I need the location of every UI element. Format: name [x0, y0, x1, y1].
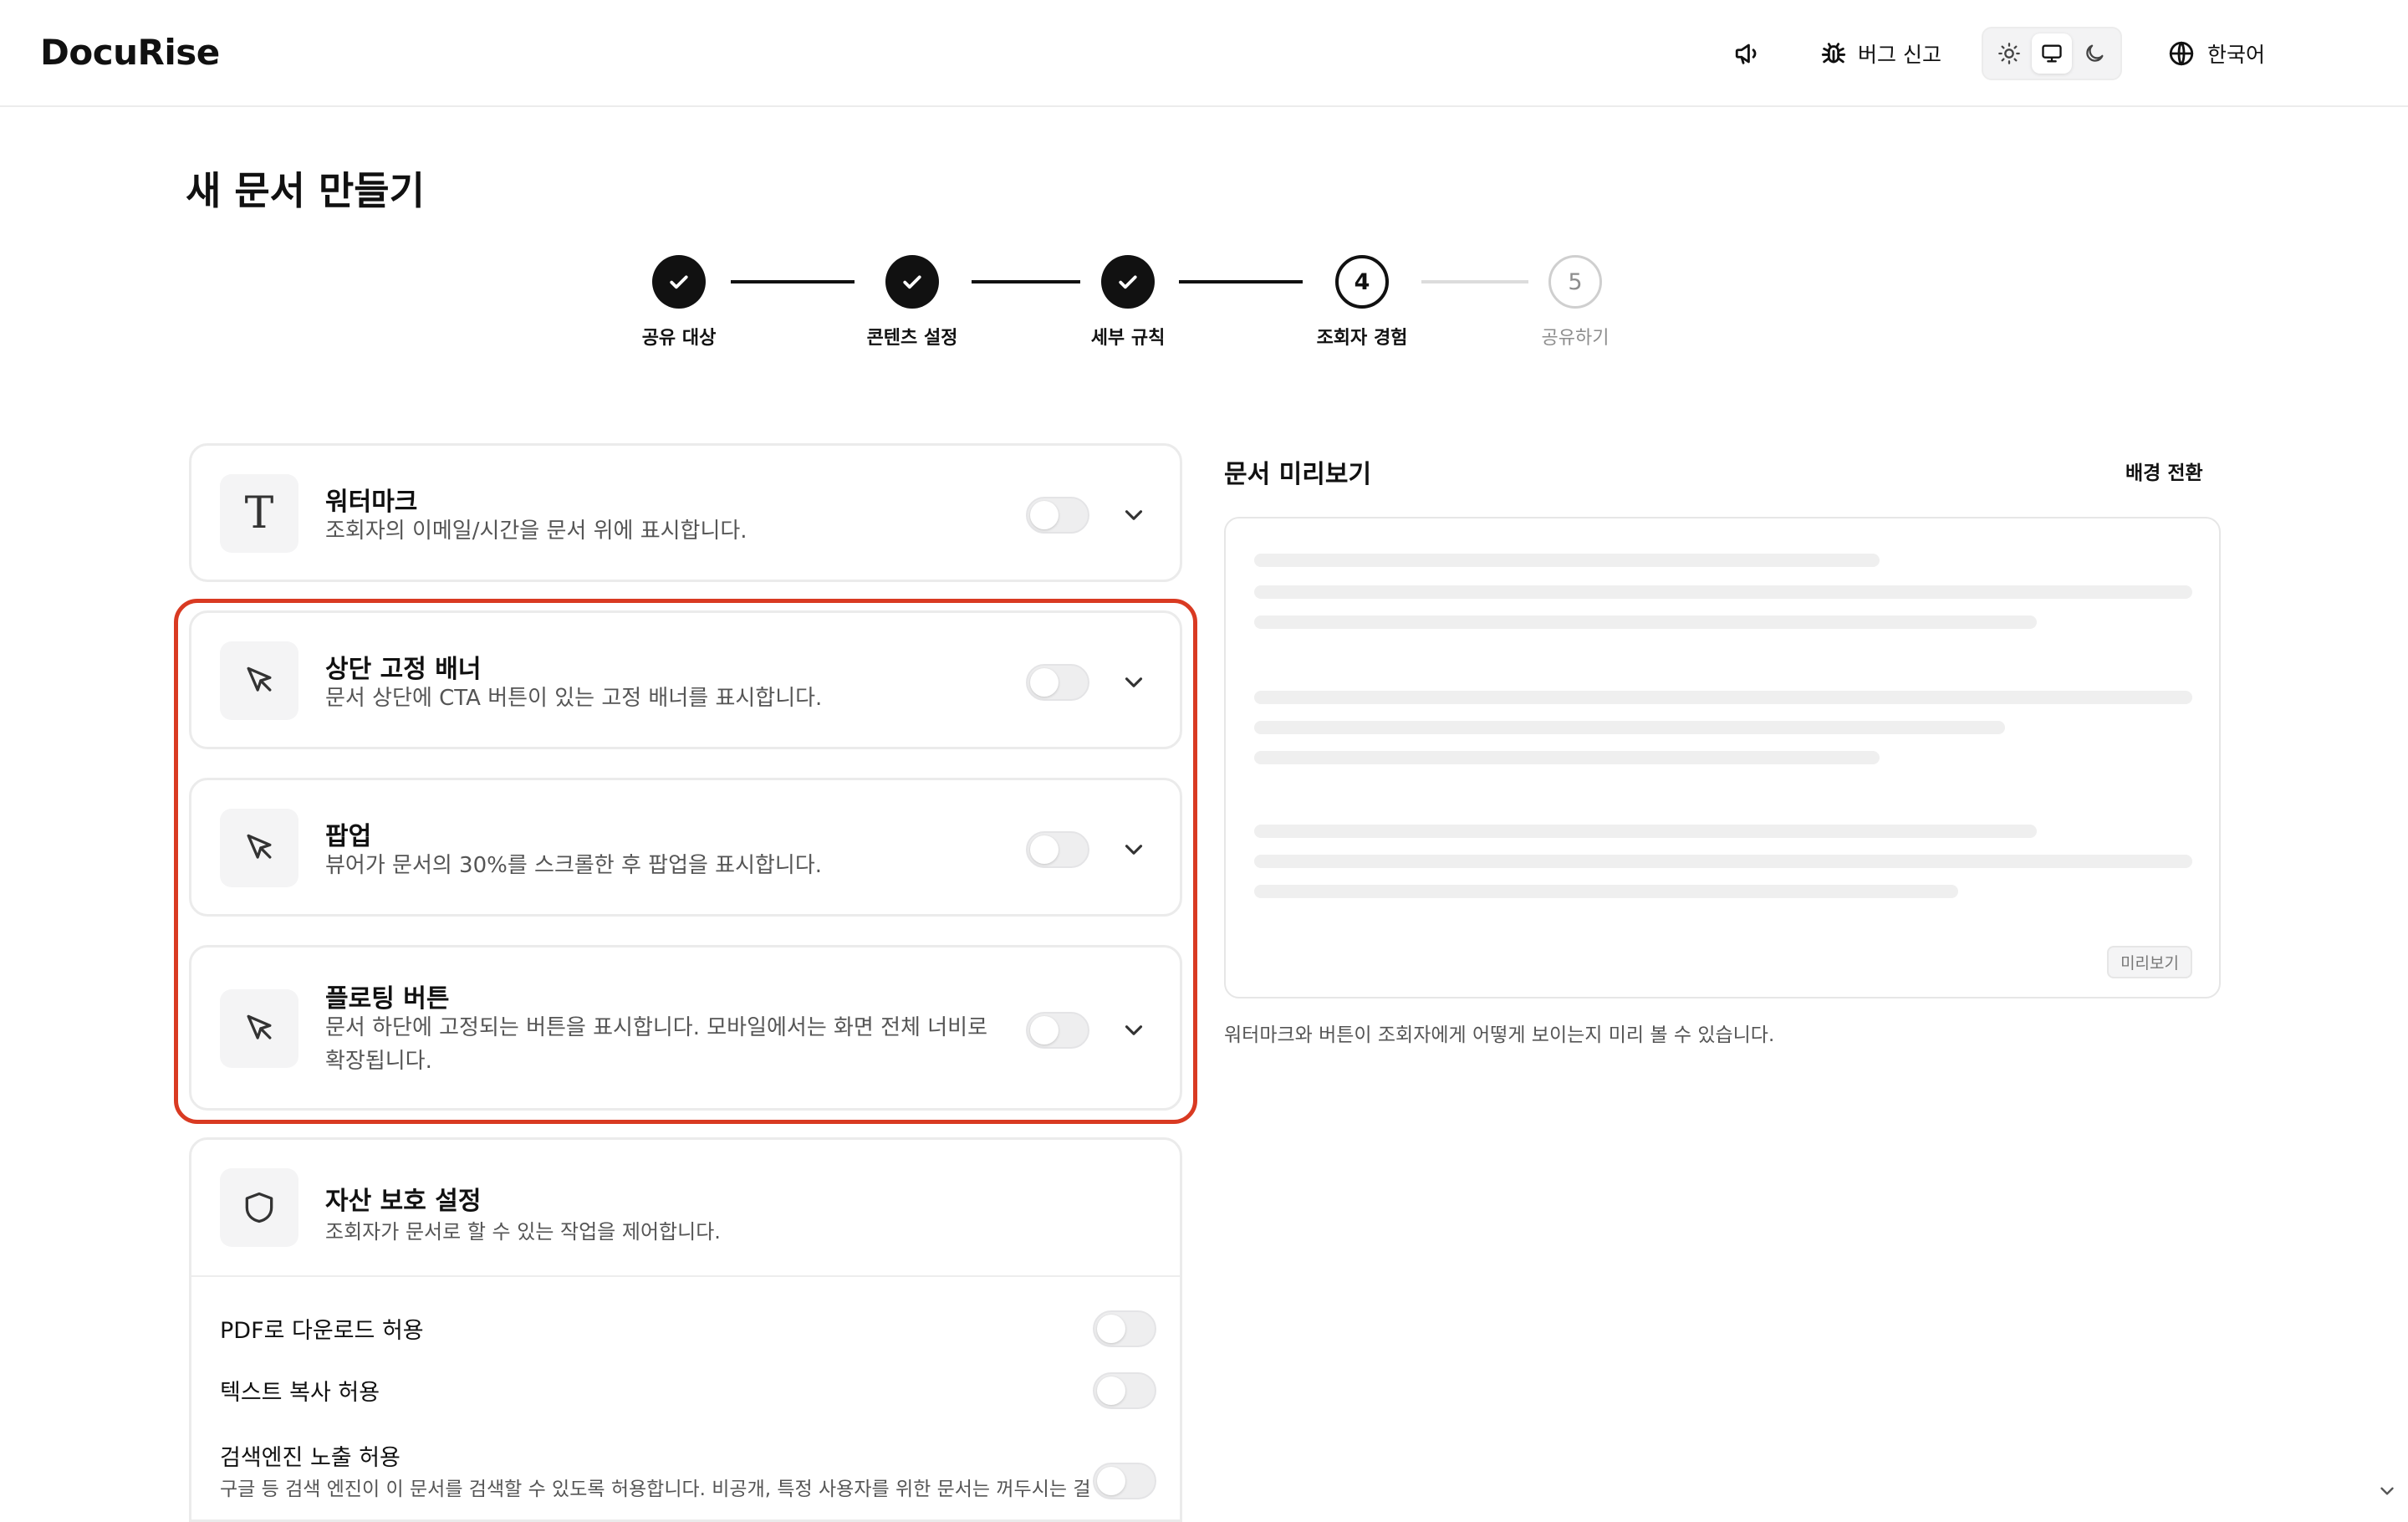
check-icon	[1119, 275, 1137, 289]
megaphone-icon[interactable]	[1731, 37, 1764, 70]
step-4-circle[interactable]: 4	[1335, 255, 1389, 309]
language-selector[interactable]: 한국어	[2167, 33, 2265, 74]
step-5-circle[interactable]: 5	[1548, 255, 1602, 309]
skeleton-line	[1254, 615, 2037, 629]
theme-switcher	[1982, 27, 2122, 80]
step-connector	[972, 280, 1080, 283]
preview-caption: 워터마크와 버튼이 조회자에게 어떻게 보이는지 미리 볼 수 있습니다.	[1224, 1024, 1775, 1046]
card-description: 조회자가 문서로 할 수 있는 작업을 제어합니다.	[325, 1220, 721, 1244]
step-2-label: 콘텐츠 설정	[866, 328, 958, 349]
language-label: 한국어	[2207, 43, 2266, 67]
popup-toggle[interactable]	[1026, 831, 1089, 868]
floating-button-card[interactable]: 플로팅 버튼 문서 하단에 고정되는 버튼을 표시합니다. 모바일에서는 화면 …	[189, 945, 1182, 1111]
skeleton-line	[1254, 885, 1958, 898]
watermark-card[interactable]: T 워터마크 조회자의 이메일/시간을 문서 위에 표시합니다.	[189, 443, 1182, 582]
bug-report-button[interactable]: 버그 신고	[1819, 33, 1941, 74]
cursor-icon	[220, 989, 298, 1068]
text-icon: T	[220, 474, 298, 553]
card-title: 상단 고정 배너	[325, 655, 482, 684]
asset-protection-card: 자산 보호 설정 조회자가 문서로 할 수 있는 작업을 제어합니다. PDF로…	[189, 1137, 1182, 1522]
check-icon	[670, 275, 688, 289]
skeleton-line	[1254, 825, 2037, 838]
cursor-icon	[220, 809, 298, 887]
card-description: 뷰어가 문서의 30%를 스크롤한 후 팝업을 표시합니다.	[325, 853, 823, 878]
top-banner-card[interactable]: 상단 고정 배너 문서 상단에 CTA 버튼이 있는 고정 배너를 표시합니다.	[189, 610, 1182, 749]
shield-icon	[220, 1168, 298, 1247]
preview-title: 문서 미리보기	[1224, 460, 1372, 489]
skeleton-line	[1254, 721, 2005, 734]
app-logo[interactable]: DocuRise	[40, 32, 220, 73]
step-2-circle[interactable]	[885, 255, 939, 309]
card-title: 워터마크	[325, 488, 418, 517]
skeleton-line	[1254, 691, 2192, 704]
document-preview: 미리보기	[1224, 517, 2221, 998]
chevron-down-icon[interactable]	[1120, 501, 1148, 529]
step-4-label: 조회자 경험	[1316, 328, 1408, 349]
step-connector	[1179, 280, 1303, 283]
allow-pdf-download-label: PDF로 다운로드 허용	[220, 1318, 424, 1344]
chevron-down-icon[interactable]	[1120, 1016, 1148, 1044]
divider	[191, 1275, 1180, 1277]
top-banner-toggle[interactable]	[1026, 664, 1089, 701]
step-connector	[1421, 280, 1528, 283]
popup-card[interactable]: 팝업 뷰어가 문서의 30%를 스크롤한 후 팝업을 표시합니다.	[189, 778, 1182, 917]
skeleton-line	[1254, 855, 2192, 868]
step-5-label: 공유하기	[1541, 328, 1610, 349]
allow-search-engine-toggle[interactable]	[1093, 1463, 1156, 1499]
cursor-icon	[220, 641, 298, 720]
theme-dark-button[interactable]	[2074, 33, 2115, 74]
background-switch-button[interactable]: 배경 전환	[2125, 457, 2203, 485]
card-title: 플로팅 버튼	[325, 984, 450, 1014]
chevron-down-icon[interactable]	[2376, 1480, 2398, 1502]
allow-text-copy-toggle[interactable]	[1093, 1372, 1156, 1409]
bug-report-label: 버그 신고	[1858, 43, 1941, 67]
check-icon	[903, 275, 921, 289]
preview-badge: 미리보기	[2107, 946, 2192, 978]
skeleton-line	[1254, 585, 2192, 599]
allow-search-engine-description: 구글 등 검색 엔진이 이 문서를 검색할 수 있도록 허용합니다. 비공개, …	[220, 1479, 1115, 1500]
allow-text-copy-label: 텍스트 복사 허용	[220, 1380, 380, 1406]
card-description: 문서 상단에 CTA 버튼이 있는 고정 배너를 표시합니다.	[325, 686, 823, 711]
chevron-down-icon[interactable]	[1120, 668, 1148, 697]
step-3-label: 세부 규칙	[1090, 328, 1166, 349]
allow-pdf-download-toggle[interactable]	[1093, 1310, 1156, 1347]
card-description: 문서 하단에 고정되는 버튼을 표시합니다. 모바일에서는 화면 전체 너비로 …	[325, 1015, 987, 1074]
watermark-toggle[interactable]	[1026, 497, 1089, 534]
step-1-circle[interactable]	[652, 255, 706, 309]
skeleton-line	[1254, 751, 1880, 764]
top-header: DocuRise 버그 신고 한국어	[0, 0, 2408, 107]
step-3-circle[interactable]	[1101, 255, 1155, 309]
card-title: 자산 보호 설정	[325, 1187, 482, 1216]
chevron-down-icon[interactable]	[1120, 835, 1148, 864]
skeleton-line	[1254, 554, 1880, 567]
globe-icon	[2169, 41, 2194, 66]
moon-icon	[2085, 44, 2104, 62]
card-description: 조회자의 이메일/시간을 문서 위에 표시합니다.	[325, 518, 747, 544]
floating-button-toggle[interactable]	[1026, 1012, 1089, 1049]
page-title: 새 문서 만들기	[186, 168, 425, 213]
sun-icon	[1998, 43, 2021, 64]
allow-search-engine-label: 검색엔진 노출 허용	[220, 1445, 400, 1471]
bug-icon	[1821, 43, 1846, 64]
monitor-icon	[2042, 44, 2062, 63]
step-connector	[731, 280, 855, 283]
card-title: 팝업	[325, 822, 372, 851]
theme-light-button[interactable]	[1989, 33, 2029, 74]
theme-system-button[interactable]	[2031, 33, 2072, 74]
step-1-label: 공유 대상	[641, 328, 717, 349]
